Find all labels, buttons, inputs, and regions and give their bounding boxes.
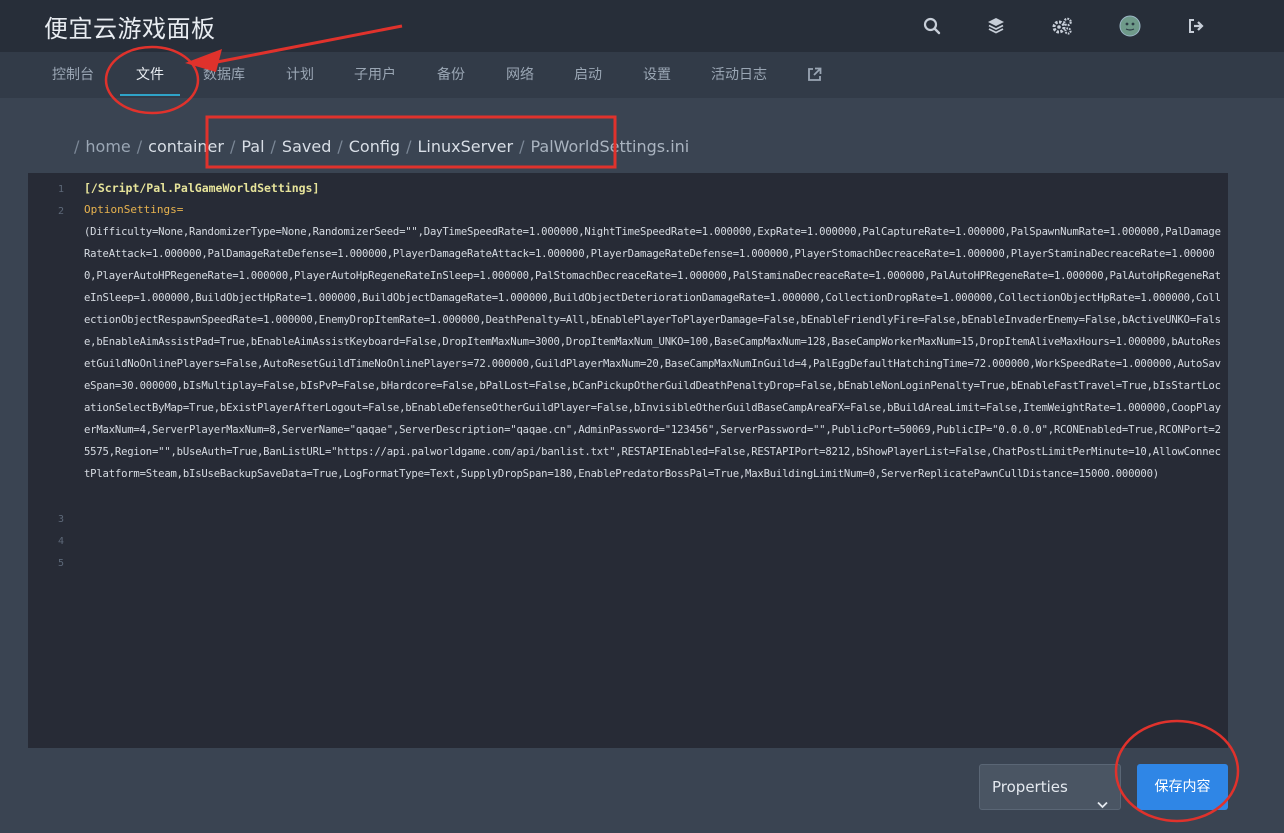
- tab-console[interactable]: 控制台: [52, 52, 94, 98]
- tab-database[interactable]: 数据库: [203, 52, 245, 98]
- breadcrumb-separator: /: [519, 136, 525, 156]
- tab-backups[interactable]: 备份: [437, 52, 465, 98]
- breadcrumb-separator: /: [270, 136, 276, 156]
- tab-schedules[interactable]: 计划: [286, 52, 314, 98]
- tab-startup[interactable]: 启动: [574, 52, 602, 98]
- breadcrumb-current-file: PalWorldSettings.ini: [530, 136, 690, 156]
- breadcrumb-item-config[interactable]: Config: [349, 137, 400, 156]
- tab-activity-log[interactable]: 活动日志: [711, 52, 767, 98]
- breadcrumb-separator: /: [406, 136, 412, 156]
- breadcrumb-separator: /: [136, 136, 143, 156]
- breadcrumb: / home / container / Pal / Saved / Confi…: [74, 135, 689, 157]
- line-number-gutter: 1 2 3 4 5: [28, 173, 72, 748]
- external-link-icon[interactable]: [807, 67, 822, 83]
- line-number: 4: [57, 536, 64, 547]
- ini-key[interactable]: OptionSettings=: [84, 203, 183, 216]
- breadcrumb-item-saved[interactable]: Saved: [282, 137, 331, 156]
- breadcrumb-item-pal[interactable]: Pal: [241, 137, 264, 156]
- active-tab-indicator: [120, 94, 180, 96]
- nav-bar: 控制台 文件 数据库 计划 子用户 备份 网络 启动 设置 活动日志: [0, 52, 1284, 98]
- tab-settings[interactable]: 设置: [643, 52, 671, 98]
- breadcrumb-item-home[interactable]: home: [85, 137, 130, 156]
- save-content-button[interactable]: 保存内容: [1137, 764, 1228, 810]
- tab-network[interactable]: 网络: [506, 52, 534, 98]
- breadcrumb-separator: /: [74, 136, 80, 156]
- line-number: 2: [57, 206, 64, 217]
- tab-subusers[interactable]: 子用户: [354, 52, 396, 98]
- avatar[interactable]: [1117, 13, 1143, 39]
- logout-icon[interactable]: [1183, 13, 1209, 39]
- ini-section-header[interactable]: [/Script/Pal.PalGameWorldSettings]: [84, 181, 319, 195]
- line-number: 5: [57, 558, 64, 569]
- layers-icon[interactable]: [983, 13, 1009, 39]
- search-icon[interactable]: [919, 13, 945, 39]
- ini-value[interactable]: (Difficulty=None,RandomizerType=None,Ran…: [84, 221, 1222, 485]
- top-bar: 便宜云游戏面板: [0, 0, 1284, 52]
- chevron-down-icon: [1097, 782, 1108, 826]
- tab-files[interactable]: 文件: [136, 52, 164, 98]
- line-number: 3: [57, 514, 64, 525]
- breadcrumb-item-container[interactable]: container: [148, 137, 224, 156]
- mode-select[interactable]: Properties: [979, 764, 1121, 810]
- code-editor[interactable]: 1 2 3 4 5 [/Script/Pal.PalGameWorldSetti…: [28, 173, 1228, 748]
- breadcrumb-separator: /: [229, 136, 236, 156]
- breadcrumb-item-linuxserver[interactable]: LinuxServer: [417, 137, 513, 156]
- app-title: 便宜云游戏面板: [44, 15, 216, 43]
- breadcrumb-separator: /: [337, 136, 343, 156]
- settings-icon[interactable]: [1049, 13, 1075, 39]
- mode-select-value: Properties: [992, 778, 1068, 796]
- line-number: 1: [57, 184, 64, 195]
